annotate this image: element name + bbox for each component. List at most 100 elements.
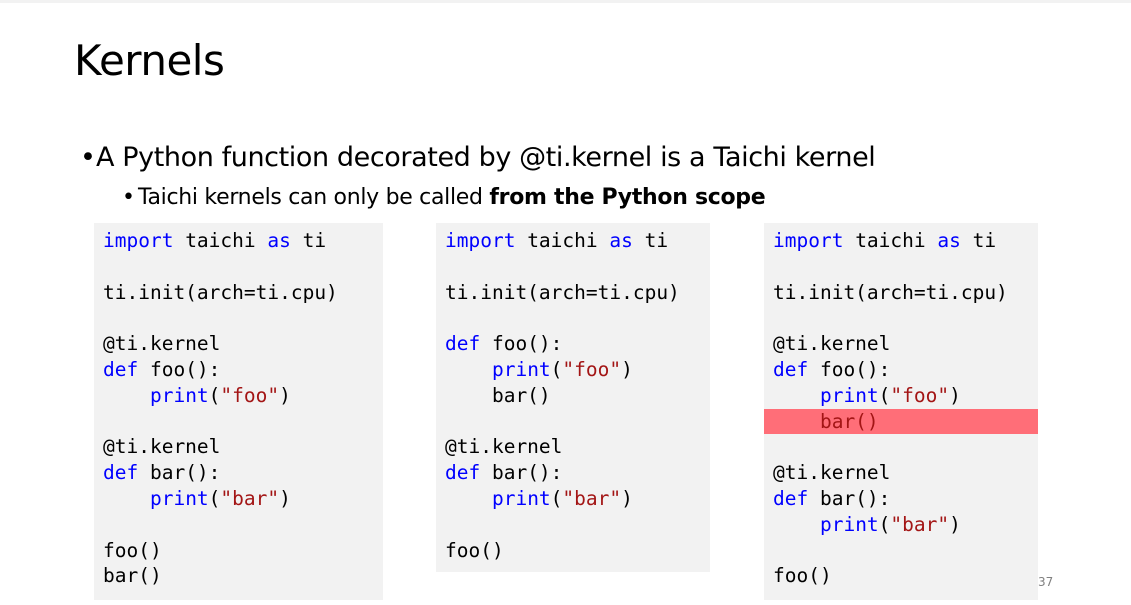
code-text: taichi [515, 229, 610, 252]
code-text: bar(): [138, 461, 221, 485]
code-line: def bar(): [764, 486, 1038, 512]
code-line: bar() [94, 563, 383, 589]
code-line: print("bar") [436, 486, 710, 512]
code-keyword: def [103, 461, 139, 485]
code-line: ti.init(arch=ti.cpu) [94, 280, 383, 306]
code-keyword: def [445, 461, 481, 485]
code-line: ti.init(arch=ti.cpu) [764, 280, 1038, 306]
code-text: @ti.kernel [773, 332, 891, 356]
code-keyword: import [445, 229, 516, 252]
code-text: foo(): [808, 357, 891, 381]
code-text: taichi [173, 229, 268, 252]
code-line: foo() [94, 538, 383, 564]
code-keyword: import [773, 229, 844, 252]
code-line: print("foo") [764, 383, 1038, 409]
code-text: ) [621, 486, 633, 510]
code-block-left: import taichi as ti ti.init(arch=ti.cpu)… [94, 223, 383, 600]
code-line: @ti.kernel [94, 331, 383, 357]
code-text: ( [550, 486, 563, 510]
code-line: foo() [764, 563, 1038, 589]
code-text: ( [878, 512, 891, 536]
code-line: def bar(): [94, 460, 383, 486]
code-line: print("foo") [94, 383, 383, 409]
code-string: "foo" [890, 383, 950, 407]
code-line: foo() [436, 538, 710, 564]
code-line: import taichi as ti [764, 228, 1038, 254]
code-line: def foo(): [436, 331, 710, 357]
code-text: taichi [843, 229, 938, 252]
code-text: bar() [445, 383, 551, 407]
code-line: print("bar") [764, 512, 1038, 538]
code-text: ( [208, 383, 221, 407]
code-text: bar() [103, 564, 162, 588]
code-text: ( [550, 357, 563, 381]
code-keyword: print [491, 357, 551, 381]
code-line: @ti.kernel [764, 460, 1038, 486]
code-text: ( [208, 486, 221, 510]
code-text: ( [878, 383, 891, 407]
code-block-body: import taichi as ti ti.init(arch=ti.cpu)… [94, 223, 383, 589]
sub-bullet-text: Taichi kernels can only be called [138, 185, 490, 210]
code-text: ti.init(arch=ti.cpu) [773, 280, 1008, 304]
code-text: ti [960, 229, 997, 252]
code-text: ti [290, 229, 327, 252]
code-string: bar() [773, 409, 879, 433]
code-keyword: print [149, 383, 209, 407]
code-block-middle: import taichi as ti ti.init(arch=ti.cpu)… [436, 223, 710, 572]
code-block-body: import taichi as ti ti.init(arch=ti.cpu)… [436, 223, 710, 563]
code-string: "bar" [562, 486, 622, 510]
code-string: "bar" [890, 512, 950, 536]
code-text: foo() [445, 538, 504, 562]
code-text: foo(): [480, 332, 563, 356]
code-block-right: import taichi as ti ti.init(arch=ti.cpu)… [764, 223, 1038, 600]
code-text: ti.init(arch=ti.cpu) [445, 280, 680, 304]
code-line: def foo(): [764, 357, 1038, 383]
main-bullet-text: A Python function decorated by @ti.kerne… [96, 142, 876, 173]
code-keyword: as [609, 229, 633, 252]
code-line: import taichi as ti [94, 228, 383, 254]
code-line: def foo(): [94, 357, 383, 383]
top-rule [0, 0, 1131, 3]
code-text: foo(): [138, 357, 221, 381]
code-keyword: def [773, 357, 809, 381]
code-keyword: def [445, 332, 481, 356]
code-string: "foo" [220, 383, 280, 407]
code-text: bar(): [480, 461, 563, 485]
code-line: print("bar") [94, 486, 383, 512]
slide-title: Kernels [74, 36, 225, 85]
code-line: @ti.kernel [764, 331, 1038, 357]
code-text: @ti.kernel [773, 461, 891, 485]
main-bullet: •A Python function decorated by @ti.kern… [80, 140, 876, 176]
code-keyword: import [103, 229, 174, 252]
code-keyword: print [819, 512, 879, 536]
code-text: @ti.kernel [103, 332, 221, 356]
code-keyword: def [103, 357, 139, 381]
page-number: 37 [1038, 575, 1054, 589]
code-text: foo() [773, 564, 832, 588]
code-text: ) [279, 383, 291, 407]
code-line: @ti.kernel [94, 434, 383, 460]
code-keyword: as [267, 229, 291, 252]
code-text: ) [949, 512, 961, 536]
code-text: @ti.kernel [445, 435, 563, 459]
highlighted-code-line: bar() [764, 408, 1038, 435]
code-text: foo() [103, 538, 162, 562]
code-string: "foo" [562, 357, 622, 381]
code-line: bar() [436, 383, 710, 409]
code-keyword: print [491, 486, 551, 510]
